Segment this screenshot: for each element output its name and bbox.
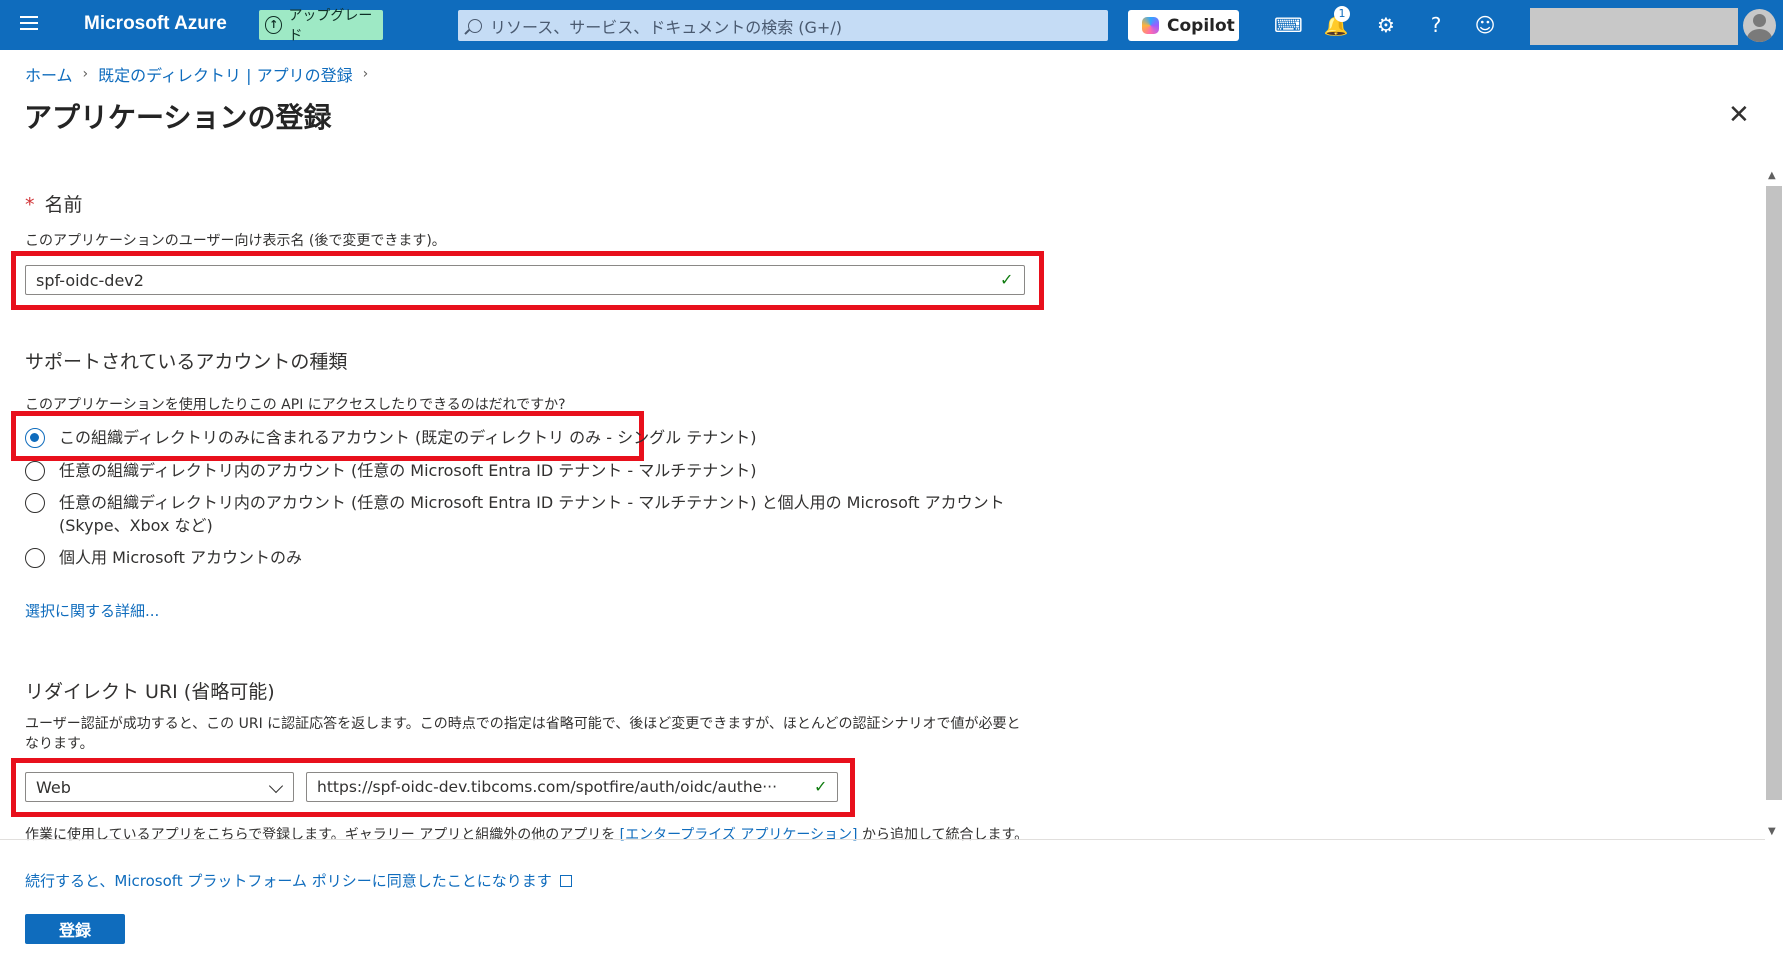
account-name[interactable] [1530,8,1738,45]
brand-link[interactable]: Microsoft Azure [84,13,227,35]
selection-details-link[interactable]: 選択に関する詳細... [25,600,159,621]
copilot-label: Copilot [1167,15,1235,36]
enterprise-app-note: 作業に使用しているアプリをこちらで登録します。ギャラリー アプリと組織外の他のア… [25,824,1029,844]
cloud-shell-icon[interactable]: ⌨ [1274,12,1303,38]
gear-icon[interactable]: ⚙ [1373,12,1399,38]
name-label-text: 名前 [44,194,83,216]
upgrade-button[interactable]: ↑ アップグレード [259,8,383,44]
search-placeholder: リソース、サービス、ドキュメントの検索 (G+/) [490,17,842,37]
copilot-icon [1142,17,1159,34]
search-icon [468,18,482,33]
redirect-uri-input[interactable]: https://spf-oidc-dev.tibcoms.com/spotfir… [306,772,838,802]
feedback-icon[interactable]: ☺ [1472,12,1498,38]
check-icon: ✓ [814,777,828,796]
radio-label: 任意の組織ディレクトリ内のアカウント (任意の Microsoft Entra … [59,461,757,480]
account-types-title: サポートされているアカウントの種類 [25,351,348,373]
arrow-up-icon: ↑ [265,16,283,34]
name-label: * 名前 [25,190,83,217]
radio-label: この組織ディレクトリのみに含まれるアカウント (既定のディレクトリ のみ - シ… [59,428,757,447]
check-icon: ✓ [1000,270,1014,289]
close-icon[interactable]: ✕ [1728,100,1750,130]
avatar[interactable] [1743,9,1776,42]
radio-multi-tenant[interactable]: 任意の組織ディレクトリ内のアカウント (任意の Microsoft Entra … [25,459,1015,482]
name-description: このアプリケーションのユーザー向け表示名 (後で変更できます)。 [25,233,446,249]
register-button[interactable]: 登録 [25,914,125,944]
radio-single-tenant[interactable]: この組織ディレクトリのみに含まれるアカウント (既定のディレクトリ のみ - シ… [25,426,1015,449]
notification-badge: 1 [1334,6,1350,22]
radio-personal-only[interactable]: 個人用 Microsoft アカウントのみ [25,546,1015,569]
radio-icon[interactable] [25,493,45,513]
note-suffix: から追加して統合します。 [861,827,1029,843]
policy-link[interactable]: 続行すると、Microsoft プラットフォーム ポリシーに同意したことになりま… [25,870,572,891]
enterprise-app-link[interactable]: [エンタープライズ アプリケーション] [620,827,858,843]
page-title: アプリケーションの登録 [24,101,332,134]
scroll-up-icon[interactable]: ▲ [1768,170,1776,181]
platform-value: Web [36,777,71,797]
redirect-uri-title: リダイレクト URI (省略可能) [25,681,275,703]
redirect-uri-value: https://spf-oidc-dev.tibcoms.com/spotfir… [317,778,778,796]
redirect-uri-description: ユーザー認証が成功すると、この URI に認証応答を返します。この時点での指定は… [25,716,1021,752]
platform-select[interactable]: Web [25,772,294,802]
copilot-button[interactable]: Copilot [1128,10,1239,41]
radio-multi-tenant-personal[interactable]: 任意の組織ディレクトリ内のアカウント (任意の Microsoft Entra … [25,491,1025,537]
radio-label: 任意の組織ディレクトリ内のアカウント (任意の Microsoft Entra … [59,493,1005,535]
radio-icon[interactable] [25,548,45,568]
external-link-icon [559,875,572,887]
note-prefix: 作業に使用しているアプリをこちらで登録します。ギャラリー アプリと組織外の他のア… [25,827,616,843]
breadcrumb-directory[interactable]: 既定のディレクトリ | アプリの登録 [98,62,352,86]
radio-icon[interactable] [25,461,45,481]
name-value: spf-oidc-dev2 [36,270,144,290]
search-input[interactable]: リソース、サービス、ドキュメントの検索 (G+/) [458,10,1108,41]
chevron-right-icon: › [82,66,89,82]
upgrade-label: アップグレード [288,8,373,44]
help-icon[interactable]: ? [1423,12,1449,38]
required-mark: * [25,194,35,216]
divider [0,839,1765,840]
breadcrumb: ホーム › 既定のディレクトリ | アプリの登録 › [25,62,368,86]
chevron-down-icon [268,778,284,794]
chevron-right-icon: › [362,66,369,82]
breadcrumb-home[interactable]: ホーム [25,62,73,86]
scroll-down-icon[interactable]: ▼ [1768,826,1776,837]
name-field[interactable]: spf-oidc-dev2 [25,265,1025,295]
policy-link-text: 続行すると、Microsoft プラットフォーム ポリシーに同意したことになりま… [25,872,552,890]
radio-selected-icon[interactable] [25,428,45,448]
top-bar: Microsoft Azure ↑ アップグレード リソース、サービス、ドキュメ… [0,0,1783,50]
more-icon[interactable]: ··· [314,104,329,123]
menu-icon[interactable] [16,12,42,38]
scrollbar-thumb[interactable] [1766,186,1782,800]
radio-label: 個人用 Microsoft アカウントのみ [59,548,302,567]
